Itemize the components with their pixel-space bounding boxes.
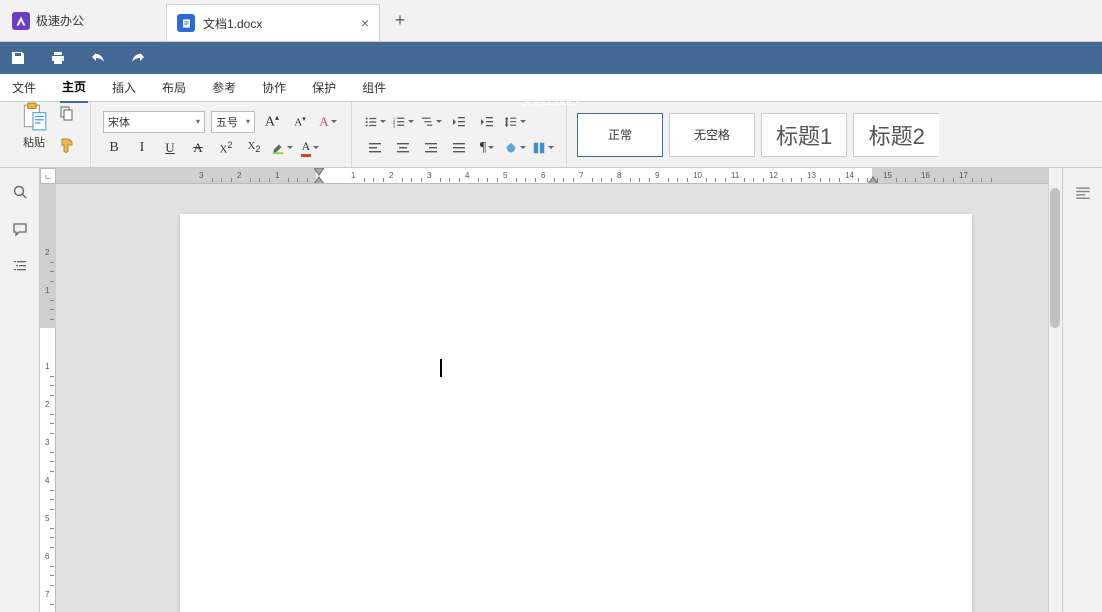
menu-file[interactable]: 文件 bbox=[10, 73, 38, 102]
align-center-button[interactable] bbox=[392, 137, 414, 159]
style-gallery: 正常 无空格 标题1 标题2 bbox=[577, 113, 939, 157]
menu-references[interactable]: 参考 bbox=[210, 73, 238, 102]
outline-icon[interactable] bbox=[12, 258, 28, 277]
paste-label: 粘贴 bbox=[23, 134, 45, 150]
style-nospacing[interactable]: 无空格 bbox=[669, 113, 755, 157]
change-case-button[interactable]: A bbox=[317, 111, 339, 133]
justify-button[interactable] bbox=[448, 137, 470, 159]
tab-title: 文档1.docx bbox=[203, 15, 262, 32]
increase-indent-button[interactable] bbox=[476, 111, 498, 133]
menu-layout[interactable]: 布局 bbox=[160, 73, 188, 102]
hanging-indent-icon[interactable] bbox=[314, 176, 324, 184]
title-bar: 极速办公 文档1.docx × + bbox=[0, 0, 1102, 42]
subscript-button[interactable]: X2 bbox=[243, 137, 265, 159]
font-name-value: 宋体 bbox=[108, 114, 130, 130]
superscript-button[interactable]: X2 bbox=[215, 137, 237, 159]
app-brand: 极速办公 bbox=[0, 0, 166, 41]
menu-home[interactable]: 主页 bbox=[60, 72, 88, 103]
left-sidebar bbox=[0, 168, 40, 612]
quick-access-bar: 文档1.docx bbox=[0, 42, 1102, 74]
ribbon: 粘贴 宋体▾ 五号▾ A▴ A▾ A B I U A X2 X2 A bbox=[0, 102, 1102, 168]
show-marks-button[interactable]: ¶ bbox=[476, 137, 498, 159]
columns-button[interactable] bbox=[532, 137, 554, 159]
font-color-button[interactable]: A bbox=[299, 137, 321, 159]
app-name: 极速办公 bbox=[36, 12, 84, 29]
menu-addons[interactable]: 组件 bbox=[360, 73, 388, 102]
style-heading2[interactable]: 标题2 bbox=[853, 113, 939, 157]
style-heading1[interactable]: 标题1 bbox=[761, 113, 847, 157]
italic-button[interactable]: I bbox=[131, 137, 153, 159]
format-painter-button[interactable] bbox=[56, 134, 78, 156]
font-name-select[interactable]: 宋体▾ bbox=[103, 111, 205, 133]
search-icon[interactable] bbox=[12, 184, 28, 203]
font-size-select[interactable]: 五号▾ bbox=[211, 111, 255, 133]
print-button[interactable] bbox=[50, 50, 66, 66]
increase-size-button[interactable]: A▴ bbox=[261, 111, 283, 133]
menu-bar: 文件 主页 插入 布局 参考 协作 保护 组件 bbox=[0, 74, 1102, 102]
tab-stop-corner[interactable]: ∟ bbox=[40, 168, 56, 184]
right-sidebar bbox=[1062, 168, 1102, 612]
align-left-button[interactable] bbox=[364, 137, 386, 159]
doc-icon bbox=[177, 14, 195, 32]
menu-protect[interactable]: 保护 bbox=[310, 73, 338, 102]
paragraph-group: 123 ¶ bbox=[352, 102, 567, 167]
line-spacing-button[interactable] bbox=[504, 111, 526, 133]
app-logo-icon bbox=[12, 12, 30, 30]
svg-text:3: 3 bbox=[393, 123, 396, 128]
menu-collab[interactable]: 协作 bbox=[260, 73, 288, 102]
shading-button[interactable] bbox=[504, 137, 526, 159]
font-size-value: 五号 bbox=[216, 114, 238, 130]
page[interactable] bbox=[180, 214, 972, 612]
vertical-ruler[interactable]: 21123456789 bbox=[40, 184, 56, 612]
document-canvas[interactable]: ∟ 3211234567891011121314151617 211234567… bbox=[40, 168, 1062, 612]
paragraph-panel-icon[interactable] bbox=[1074, 184, 1092, 202]
strikethrough-button[interactable]: A bbox=[187, 137, 209, 159]
bold-button[interactable]: B bbox=[103, 137, 125, 159]
undo-button[interactable] bbox=[90, 50, 106, 66]
paste-button[interactable]: 粘贴 bbox=[20, 102, 48, 167]
decrease-indent-button[interactable] bbox=[448, 111, 470, 133]
copy-button[interactable] bbox=[56, 102, 78, 124]
style-normal[interactable]: 正常 bbox=[577, 113, 663, 157]
decrease-size-button[interactable]: A▾ bbox=[289, 111, 311, 133]
numbering-button[interactable]: 123 bbox=[392, 111, 414, 133]
highlight-color-button[interactable] bbox=[271, 137, 293, 159]
bullets-button[interactable] bbox=[364, 111, 386, 133]
first-line-indent-icon[interactable] bbox=[314, 168, 324, 176]
text-cursor bbox=[440, 359, 442, 377]
menu-insert[interactable]: 插入 bbox=[110, 73, 138, 102]
align-right-button[interactable] bbox=[420, 137, 442, 159]
document-tab[interactable]: 文档1.docx × bbox=[166, 4, 380, 41]
comments-icon[interactable] bbox=[12, 221, 28, 240]
horizontal-ruler[interactable]: 3211234567891011121314151617 bbox=[56, 168, 1062, 184]
vertical-scrollbar[interactable] bbox=[1048, 168, 1062, 612]
redo-button[interactable] bbox=[130, 50, 146, 66]
close-tab-icon[interactable]: × bbox=[361, 15, 369, 31]
work-area: ∟ 3211234567891011121314151617 211234567… bbox=[0, 168, 1102, 612]
new-tab-button[interactable]: + bbox=[380, 0, 420, 41]
clipboard-group: 粘贴 bbox=[8, 102, 91, 167]
font-group: 宋体▾ 五号▾ A▴ A▾ A B I U A X2 X2 A bbox=[91, 102, 352, 167]
underline-button[interactable]: U bbox=[159, 137, 181, 159]
multilevel-button[interactable] bbox=[420, 111, 442, 133]
scrollbar-thumb[interactable] bbox=[1050, 188, 1060, 328]
save-button[interactable] bbox=[10, 50, 26, 66]
